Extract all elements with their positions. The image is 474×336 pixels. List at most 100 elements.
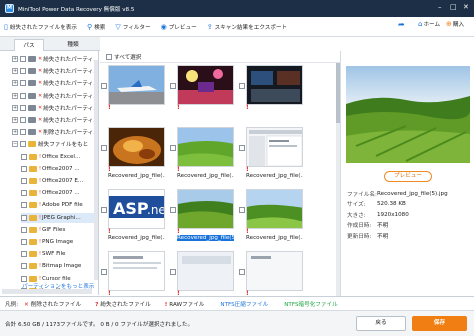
file-thumbnail-card[interactable]: ! Recovered_jpg_file(... [170,127,236,185]
back-button[interactable]: 戻る [356,316,406,331]
share-icon[interactable]: ➦ [398,20,405,29]
file-checkbox[interactable] [101,269,107,275]
expand-toggle[interactable]: − [12,141,18,148]
tree-item[interactable]: + ✕ 紛失されたパーティ... [12,78,98,88]
expand-toggle[interactable]: + [12,68,18,75]
tree-item[interactable]: + ✕ 紛失されたパーティ... [12,103,98,113]
file-thumbnail-card[interactable]: ! Recovered_jpg_file(... [239,127,305,185]
tree-item[interactable]: ! Office2007 E... [21,176,98,186]
tree-item[interactable]: + ✕ 紛失されたパーティ... [12,66,98,76]
tree-checkbox[interactable] [21,165,27,172]
file-thumbnail-card[interactable]: ! [101,65,167,123]
file-checkbox[interactable] [170,269,176,275]
tree-checkbox[interactable] [20,80,26,87]
tree-item[interactable]: ! GIF Files [21,225,98,235]
tree-checkbox[interactable] [21,275,27,282]
file-thumbnail-image[interactable] [177,189,234,229]
file-thumbnail-image[interactable] [246,65,303,105]
file-thumbnail-image[interactable] [177,65,234,105]
maximize-button[interactable]: □ [450,3,457,11]
file-checkbox[interactable] [101,83,107,89]
tree-checkbox[interactable] [20,104,26,111]
expand-toggle[interactable]: + [12,129,18,136]
tree-item[interactable]: ! Bitmap Image [21,261,98,271]
tree-checkbox[interactable] [21,214,27,221]
file-thumbnail-card[interactable]: ! Recovered_jpg_file(... [101,127,167,185]
file-thumbnail-image[interactable] [177,251,234,291]
file-checkbox[interactable] [170,83,176,89]
tree-checkbox[interactable] [21,251,27,258]
expand-toggle[interactable]: + [12,56,18,62]
expand-toggle[interactable]: + [12,80,18,87]
file-checkbox[interactable] [101,145,107,151]
expand-toggle[interactable]: + [12,92,18,99]
tree-item[interactable]: ! PNG Image [21,237,98,247]
tree-item[interactable]: + ✕ 紛失されたパーティ... [12,54,98,64]
tree-checkbox[interactable] [20,141,26,148]
show-lost-files-button[interactable]: ▯ 紛失されたファイルを表示 [4,20,77,34]
save-button[interactable]: 保存 [412,316,467,331]
tree-checkbox[interactable] [20,129,26,136]
file-thumbnail-image[interactable] [246,127,303,167]
file-checkbox[interactable] [170,145,176,151]
file-thumbnail-card[interactable]: ASP.net!Recovered_jpg_file(... [101,189,167,247]
select-all-checkbox[interactable] [106,53,112,60]
show-more-partitions-link[interactable]: パーティションをもっと表示 [22,282,94,290]
file-thumbnail-image[interactable]: ASP.net [108,189,165,229]
file-thumbnail-image[interactable] [108,251,165,291]
tree-checkbox[interactable] [20,117,26,123]
tree-item[interactable]: ! JPEG Graphi... [21,212,98,223]
expand-toggle[interactable]: + [12,104,18,111]
file-thumbnail-card[interactable]: ! [101,251,167,296]
tree-item[interactable]: ! SWF File [21,249,98,259]
tree-item[interactable]: − 紛失ファイルをもと [12,139,98,149]
tree-checkbox[interactable] [21,226,27,233]
file-thumbnail-card[interactable]: ! [170,251,236,296]
expand-toggle[interactable]: + [12,117,18,123]
tab-type[interactable]: 種類 [58,39,88,51]
file-checkbox[interactable] [239,207,245,213]
file-thumbnail-card[interactable]: ! Recovered_jpg_file(... [239,189,305,247]
file-checkbox[interactable] [239,145,245,151]
tree-item[interactable]: + ✕ 紛失されたパーティ... [12,91,98,101]
tree-checkbox[interactable] [21,153,27,160]
file-checkbox[interactable] [101,207,107,213]
file-checkbox[interactable] [239,83,245,89]
close-button[interactable]: ✕ [463,3,469,11]
file-thumbnail-image[interactable] [246,251,303,291]
preview-play-button[interactable]: プレビュー [384,171,432,182]
tree-checkbox[interactable] [21,178,27,184]
tree-vertical-scrollbar[interactable] [94,60,98,280]
file-thumbnail-card[interactable]: ! [239,251,305,296]
file-thumbnail-card[interactable]: ! [239,65,305,123]
filter-button[interactable]: ▽ フィルター [115,20,150,34]
tab-path[interactable]: パス [14,39,44,51]
tree-item[interactable]: ! Office2007 ... [21,188,98,198]
tree-item[interactable]: + ✕ 紛失されたパーティ... [12,115,98,125]
tree-checkbox[interactable] [20,92,26,99]
tree-item[interactable]: ! Office2007 ... [21,164,98,174]
tree-item[interactable]: ! Office Excel... [21,152,98,162]
home-button[interactable]: ⌂ ホーム [418,20,440,28]
tree-checkbox[interactable] [21,190,27,197]
file-checkbox[interactable] [170,207,176,213]
file-thumbnail-card[interactable]: !Recovered_jpg_file(5... [170,189,236,247]
tree-item[interactable]: + ✕ 削除されたパーティ... [12,127,98,137]
preview-button[interactable]: ◉ プレビュー [161,20,197,34]
tree-checkbox[interactable] [21,239,27,245]
minimize-button[interactable]: – [438,3,442,11]
tree-checkbox[interactable] [20,56,26,62]
file-thumbnail-image[interactable] [108,127,165,167]
tree-checkbox[interactable] [21,202,27,209]
file-thumbnail-image[interactable] [246,189,303,229]
file-thumbnail-image[interactable] [177,127,234,167]
file-thumbnail-card[interactable]: ! [170,65,236,123]
tree-item[interactable]: ! Adobe PDF file [21,200,98,210]
file-thumbnail-image[interactable] [108,65,165,105]
tree-checkbox[interactable] [20,68,26,75]
search-button[interactable]: ⚲ 検索 [87,20,105,34]
export-results-button[interactable]: ⇪ スキャン結果をエクスポート [207,20,287,34]
purchase-button[interactable]: ⊕ 購入 [446,20,464,28]
tree-checkbox[interactable] [21,263,27,270]
file-checkbox[interactable] [239,269,245,275]
